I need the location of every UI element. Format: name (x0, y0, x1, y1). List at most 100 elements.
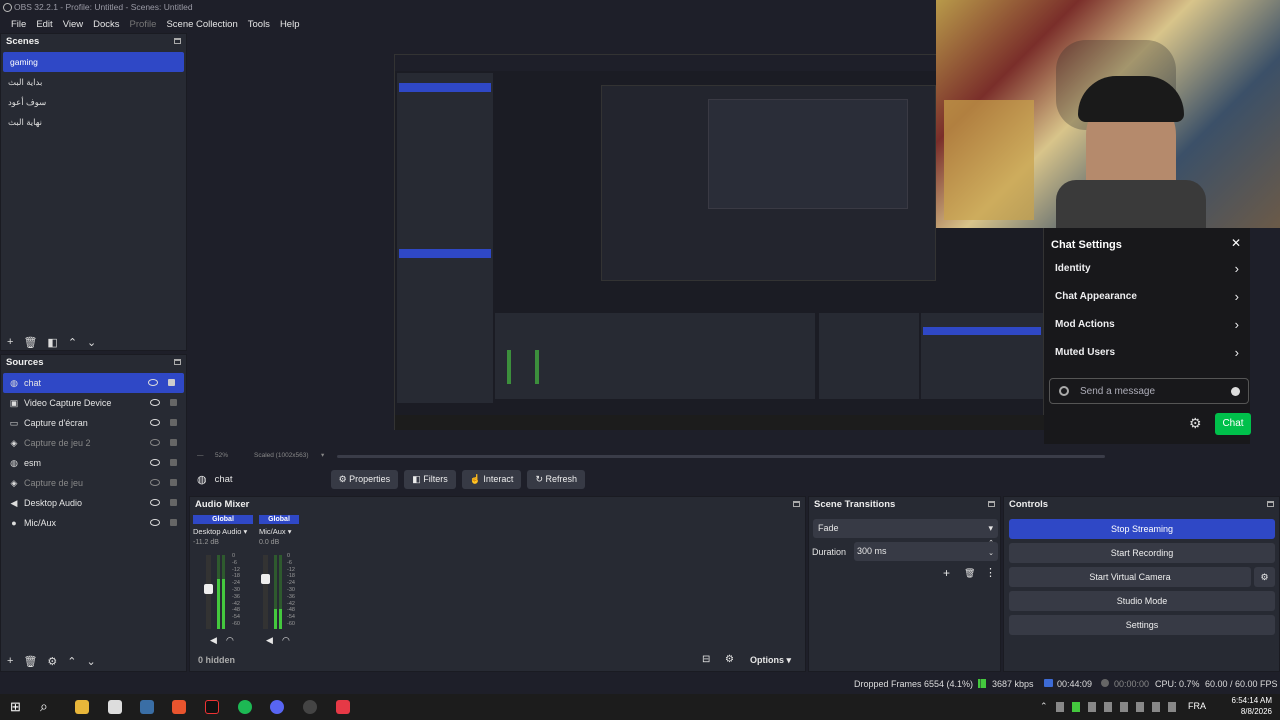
properties-button[interactable]: ⚙ Properties (330, 469, 399, 489)
spinner-icon[interactable]: ⌃ ⌄ (988, 539, 994, 559)
channel-menu-icon[interactable]: ▾ (288, 527, 292, 536)
float-dock-icon[interactable] (793, 501, 800, 507)
chat-message-input[interactable]: Send a message (1049, 378, 1249, 404)
speaker-icon[interactable]: ◀ (210, 635, 217, 646)
add-transition-icon[interactable]: + (943, 566, 950, 580)
source-item-chat[interactable]: ◍ chat (3, 373, 184, 393)
app-icon[interactable] (336, 700, 350, 714)
tray-icon[interactable] (1120, 702, 1128, 712)
unlock-icon[interactable] (170, 479, 177, 486)
visibility-eye-icon[interactable] (150, 519, 160, 526)
tiktok-icon[interactable] (205, 700, 219, 714)
menu-view[interactable]: View (58, 19, 88, 30)
fader-handle[interactable] (261, 574, 270, 584)
unlock-icon[interactable] (170, 439, 177, 446)
store-icon[interactable] (108, 700, 122, 714)
source-item[interactable]: ◀ Desktop Audio (1, 493, 186, 513)
wifi-icon[interactable] (1136, 702, 1144, 712)
filters-button[interactable]: ◧ Filters (404, 469, 456, 489)
visibility-eye-icon[interactable] (150, 499, 160, 506)
spotify-icon[interactable] (238, 700, 252, 714)
zoom-dropdown-icon[interactable]: ▾ (321, 451, 324, 459)
chat-settings-identity[interactable]: Identity › (1055, 261, 1245, 276)
unlock-icon[interactable] (170, 459, 177, 466)
menu-edit[interactable]: Edit (31, 19, 57, 30)
menu-scene-collection[interactable]: Scene Collection (161, 19, 242, 30)
menu-file[interactable]: File (6, 19, 31, 30)
unlock-icon[interactable] (170, 419, 177, 426)
transition-menu-icon[interactable]: ⋮ (985, 566, 996, 579)
tray-chevron-icon[interactable]: ⌃ (1040, 701, 1048, 712)
channel-menu-icon[interactable]: ▾ (243, 527, 247, 536)
visibility-eye-icon[interactable] (150, 399, 160, 406)
brave-icon[interactable] (172, 700, 186, 714)
virtual-camera-settings-icon[interactable]: ⚙ (1254, 567, 1275, 587)
volume-fader[interactable] (204, 555, 213, 629)
file-explorer-icon[interactable] (75, 700, 89, 714)
float-dock-icon[interactable] (174, 38, 181, 44)
source-item[interactable]: ◈ Capture de jeu (1, 473, 186, 493)
add-scene-icon[interactable]: + (7, 336, 13, 348)
horizontal-scrollbar[interactable] (337, 455, 1105, 458)
stop-streaming-button[interactable]: Stop Streaming (1009, 519, 1275, 539)
duration-input[interactable]: 300 ms ⌃ ⌄ (854, 539, 998, 561)
tray-icon[interactable] (1168, 702, 1176, 712)
source-item[interactable]: ▣ Video Capture Device (1, 393, 186, 413)
source-item[interactable]: ◈ Capture de jeu 2 (1, 433, 186, 453)
start-virtual-camera-button[interactable]: Start Virtual Camera (1009, 567, 1251, 587)
unlock-icon[interactable] (170, 499, 177, 506)
fader-handle[interactable] (204, 584, 213, 594)
tray-icon[interactable] (1088, 702, 1096, 712)
scene-filters-icon[interactable]: ◧ (47, 336, 57, 349)
clock-time[interactable]: 6:54:14 AM (1226, 696, 1272, 705)
source-item[interactable]: ● Mic/Aux (1, 513, 186, 533)
headphones-icon[interactable]: ◠ (282, 635, 290, 646)
volume-icon[interactable] (1152, 702, 1160, 712)
start-recording-button[interactable]: Start Recording (1009, 543, 1275, 563)
emote-icon[interactable] (1231, 387, 1240, 396)
move-up-icon[interactable]: ⌃ (67, 655, 76, 668)
visibility-eye-icon[interactable] (150, 419, 160, 426)
source-item[interactable]: ▭ Capture d'écran (1, 413, 186, 433)
scene-item[interactable]: سوف أعود (1, 92, 186, 112)
float-dock-icon[interactable] (174, 359, 181, 365)
steam-icon[interactable] (140, 700, 154, 714)
discord-icon[interactable] (270, 700, 284, 714)
close-icon[interactable]: ✕ (1231, 236, 1241, 250)
speaker-icon[interactable]: ◀ (266, 635, 273, 646)
keyboard-language[interactable]: FRA (1188, 701, 1206, 711)
interact-button[interactable]: ☝ Interact (461, 469, 522, 489)
chat-send-button[interactable]: Chat (1215, 413, 1251, 435)
move-down-icon[interactable]: ⌄ (87, 336, 96, 349)
hidden-eye-icon[interactable] (150, 479, 160, 486)
scene-item-gaming[interactable]: gaming (3, 52, 184, 72)
unlock-icon[interactable] (170, 399, 177, 406)
source-properties-icon[interactable]: ⚙ (47, 655, 57, 668)
studio-mode-button[interactable]: Studio Mode (1009, 591, 1275, 611)
zoom-out-icon[interactable]: — (197, 452, 204, 459)
mixer-options-button[interactable]: Options ▾ (750, 655, 791, 666)
hidden-eye-icon[interactable] (150, 439, 160, 446)
advanced-audio-icon[interactable]: ⚙ (725, 654, 734, 665)
tray-icon[interactable] (1104, 702, 1112, 712)
volume-fader[interactable] (261, 555, 270, 629)
transition-select[interactable]: Fade ▾ (813, 519, 998, 538)
mixer-layout-icon[interactable]: ⊟ (702, 654, 710, 665)
refresh-button[interactable]: ↻ Refresh (527, 469, 585, 489)
remove-source-icon[interactable]: 🗑 (23, 655, 37, 668)
remove-scene-icon[interactable]: 🗑 (23, 336, 37, 349)
chat-settings-appearance[interactable]: Chat Appearance › (1055, 289, 1245, 304)
chat-settings-mod-actions[interactable]: Mod Actions › (1055, 317, 1245, 332)
add-source-icon[interactable]: + (7, 655, 13, 667)
visibility-eye-icon[interactable] (148, 379, 158, 386)
scene-item[interactable]: بداية البث (1, 72, 186, 92)
unlock-icon[interactable] (170, 519, 177, 526)
chat-gear-icon[interactable]: ⚙ (1189, 415, 1202, 432)
tray-icon[interactable] (1056, 702, 1064, 712)
move-down-icon[interactable]: ⌄ (87, 655, 96, 668)
menu-docks[interactable]: Docks (88, 19, 124, 30)
tray-icon[interactable] (1072, 702, 1080, 712)
move-up-icon[interactable]: ⌃ (68, 336, 77, 349)
scene-item[interactable]: نهاية البث (1, 112, 186, 132)
float-dock-icon[interactable] (988, 501, 995, 507)
